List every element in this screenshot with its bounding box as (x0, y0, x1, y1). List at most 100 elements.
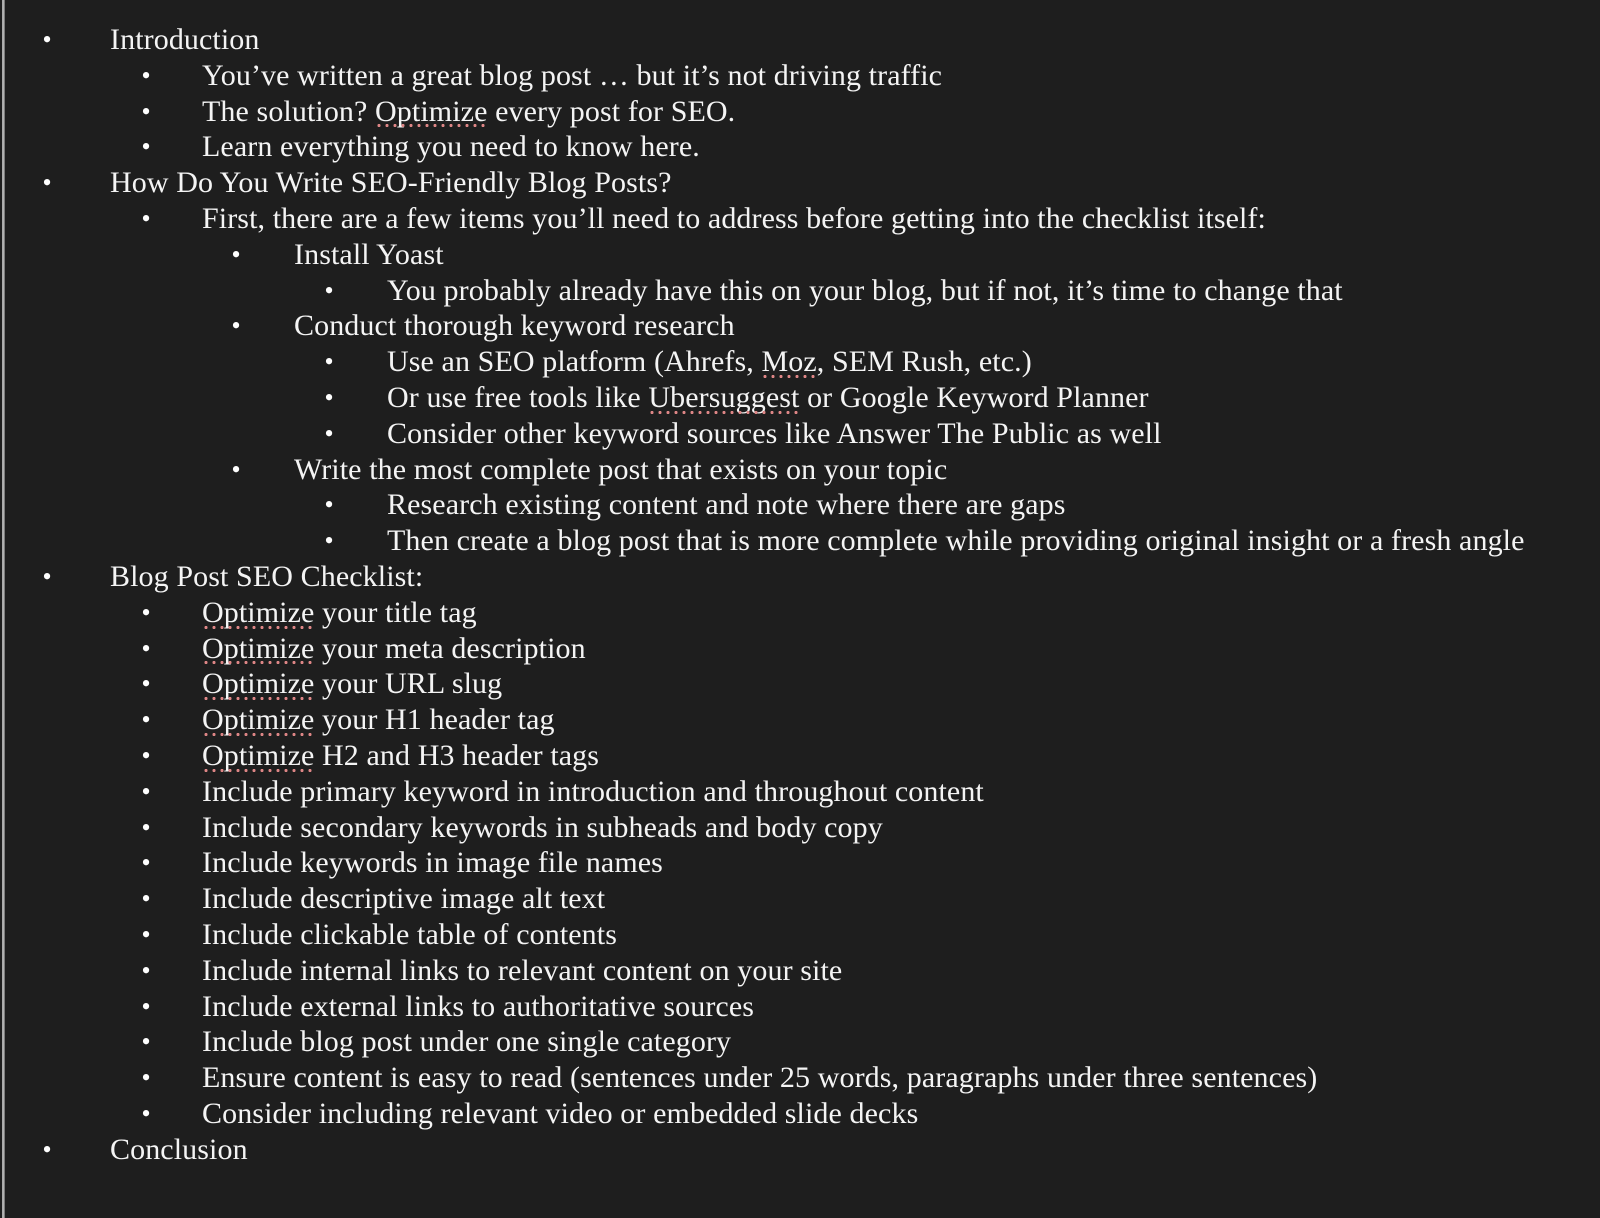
spellcheck-misspelled-word[interactable]: Optimize (202, 666, 315, 702)
outline-item-label: Introduction (110, 22, 260, 58)
spellcheck-misspelled-word[interactable]: Ubersuggest (648, 380, 800, 416)
outline-item-label: Optimize your URL slug (202, 666, 502, 702)
outline-item-text: Write the most complete post that exists… (294, 452, 948, 486)
outline-item-text: , SEM Rush, etc.) (816, 345, 1032, 379)
outline-item[interactable]: • Research existing content and note wher… (0, 487, 1600, 523)
outline-item[interactable]: • Include external links to authoritative… (0, 989, 1600, 1025)
outline-item[interactable]: • Use an SEO platform (Ahrefs, Moz, SEM R… (0, 344, 1600, 380)
outline-item[interactable]: • Optimize your H1 header tag (0, 702, 1600, 738)
outline-item-text: The solution? (202, 94, 376, 128)
outline-item-label: The solution? Optimize every post for SE… (202, 94, 735, 130)
outline-list: • Introduction • You’ve written a great blo… (0, 22, 1600, 1168)
outline-row[interactable]: • Research existing content and note wher… (0, 487, 1600, 523)
outline-row[interactable]: • The solution? Optimize every post for S… (0, 94, 1600, 130)
bullet-icon: • (141, 884, 151, 914)
outline-item[interactable]: • Include internal links to relevant cont… (0, 953, 1600, 989)
outline-item[interactable]: • Write the most complete post that exist… (0, 452, 1600, 488)
bullet-icon: • (141, 203, 151, 233)
outline-item[interactable]: • Include primary keyword in introduction… (0, 774, 1600, 810)
outline-row[interactable]: • You probably already have this on your … (0, 273, 1600, 309)
outline-item[interactable]: • Conduct thorough keyword research (0, 308, 1600, 344)
outline-row[interactable]: • Or use free tools like Ubersuggest or G… (0, 380, 1600, 416)
outline-item[interactable]: • Optimize your title tag (0, 595, 1600, 631)
outline-row[interactable]: • Optimize your meta description (0, 631, 1600, 667)
outline-item[interactable]: • Include descriptive image alt text (0, 881, 1600, 917)
outline-row[interactable]: • Ensure content is easy to read (sentenc… (0, 1060, 1600, 1096)
outline-item[interactable]: • Install Yoast (0, 237, 1600, 273)
outline-row[interactable]: • You’ve written a great blog post … but … (0, 58, 1600, 94)
spellcheck-misspelled-word[interactable]: Moz (761, 344, 818, 380)
outline-item-label: Consider other keyword sources like Answ… (387, 416, 1162, 452)
spellcheck-misspelled-word[interactable]: Optimize (202, 631, 315, 667)
outline-row[interactable]: • Conclusion (0, 1132, 1600, 1168)
outline-item[interactable]: • Consider including relevant video or em… (0, 1096, 1600, 1132)
outline-row[interactable]: • Optimize H2 and H3 header tags (0, 738, 1600, 774)
outline-item[interactable]: • Optimize your meta description (0, 631, 1600, 667)
outline-item[interactable]: • Conclusion (0, 1132, 1600, 1168)
outline-row[interactable]: • Include clickable table of contents (0, 917, 1600, 953)
outline-row[interactable]: • Include secondary keywords in subheads … (0, 810, 1600, 846)
bullet-icon: • (141, 705, 151, 735)
outline-row[interactable]: • How Do You Write SEO-Friendly Blog Post… (0, 165, 1600, 201)
outline-item[interactable]: • Include blog post under one single cate… (0, 1024, 1600, 1060)
outline-row[interactable]: • Include external links to authoritative… (0, 989, 1600, 1025)
outline-item-text: Include clickable table of contents (202, 917, 617, 951)
outline-item[interactable]: • How Do You Write SEO-Friendly Blog Post… (0, 165, 1600, 201)
spellcheck-misspelled-word[interactable]: Optimize (375, 94, 488, 130)
outline-item-text: You’ve written a great blog post … but i… (202, 58, 943, 92)
outline-item-label: Include clickable table of contents (202, 917, 617, 953)
outline-row[interactable]: • Blog Post SEO Checklist: (0, 559, 1600, 595)
outline-item-text: Install Yoast (294, 237, 444, 271)
outline-item-text: Include external links to authoritative … (202, 989, 755, 1023)
outline-item[interactable]: • You probably already have this on your … (0, 273, 1600, 309)
outline-row[interactable]: • Include keywords in image file names (0, 845, 1600, 881)
spellcheck-misspelled-word[interactable]: Optimize (202, 702, 315, 738)
outline-item[interactable]: • Optimize your URL slug (0, 666, 1600, 702)
outline-item-text: Ensure content is easy to read (sentence… (202, 1061, 1318, 1095)
spellcheck-misspelled-word[interactable]: Optimize (202, 738, 315, 774)
outline-row[interactable]: • Learn everything you need to know here. (0, 129, 1600, 165)
outline-row[interactable]: • Install Yoast (0, 237, 1600, 273)
outline-item[interactable]: • First, there are a few items you’ll nee… (0, 201, 1600, 237)
outline-item-text: Include keywords in image file names (202, 846, 663, 880)
outline-row[interactable]: • Optimize your URL slug (0, 666, 1600, 702)
outline-item[interactable]: • Then create a blog post that is more co… (0, 523, 1600, 559)
outline-row[interactable]: • Introduction (0, 22, 1600, 58)
outline-row[interactable]: • Include primary keyword in introduction… (0, 774, 1600, 810)
outline-row[interactable]: • Write the most complete post that exist… (0, 452, 1600, 488)
outline-item[interactable]: • Consider other keyword sources like Ans… (0, 416, 1600, 452)
outline-row[interactable]: • Then create a blog post that is more co… (0, 523, 1600, 559)
outline-row[interactable]: • Include blog post under one single cate… (0, 1024, 1600, 1060)
outline-row[interactable]: • Include internal links to relevant cont… (0, 953, 1600, 989)
outline-item[interactable]: • Or use free tools like Ubersuggest or G… (0, 380, 1600, 416)
outline-item-text: Learn everything you need to know here. (202, 130, 700, 164)
outline-item-text: Then create a blog post that is more com… (387, 524, 1525, 558)
outline-row[interactable]: • Consider other keyword sources like Ans… (0, 416, 1600, 452)
outline-item[interactable]: • Include clickable table of contents (0, 917, 1600, 953)
outline-item[interactable]: • You’ve written a great blog post … but … (0, 58, 1600, 94)
outline-row[interactable]: • Use an SEO platform (Ahrefs, Moz, SEM R… (0, 344, 1600, 380)
outline-row[interactable]: • Optimize your H1 header tag (0, 702, 1600, 738)
outline-item[interactable]: • Learn everything you need to know here. (0, 129, 1600, 165)
outline-item-label: How Do You Write SEO-Friendly Blog Posts… (110, 165, 672, 201)
outline-row[interactable]: • Consider including relevant video or em… (0, 1096, 1600, 1132)
outline-row[interactable]: • Conduct thorough keyword research (0, 308, 1600, 344)
outline-row[interactable]: • Include descriptive image alt text (0, 881, 1600, 917)
outline-item-text: You probably already have this on your b… (387, 273, 1343, 307)
outline-item[interactable]: • Introduction (0, 22, 1600, 58)
outline-item-label: Optimize your title tag (202, 595, 477, 631)
bullet-icon: • (324, 275, 334, 305)
outline-item[interactable]: • Ensure content is easy to read (sentenc… (0, 1060, 1600, 1096)
outline-item[interactable]: • Blog Post SEO Checklist: (0, 559, 1600, 595)
outline-item-label: Learn everything you need to know here. (202, 129, 700, 165)
outline-item[interactable]: • Optimize H2 and H3 header tags (0, 738, 1600, 774)
outline-item-text: or Google Keyword Planner (799, 380, 1149, 414)
outline-item[interactable]: • Include secondary keywords in subheads … (0, 810, 1600, 846)
outline-item[interactable]: • The solution? Optimize every post for S… (0, 94, 1600, 130)
spellcheck-misspelled-word[interactable]: Optimize (202, 595, 315, 631)
outline-item[interactable]: • Include keywords in image file names (0, 845, 1600, 881)
outline-row[interactable]: • Optimize your title tag (0, 595, 1600, 631)
outline-row[interactable]: • First, there are a few items you’ll nee… (0, 201, 1600, 237)
bullet-icon: • (231, 311, 241, 341)
outline-item-text: Consider other keyword sources like Answ… (387, 416, 1162, 450)
